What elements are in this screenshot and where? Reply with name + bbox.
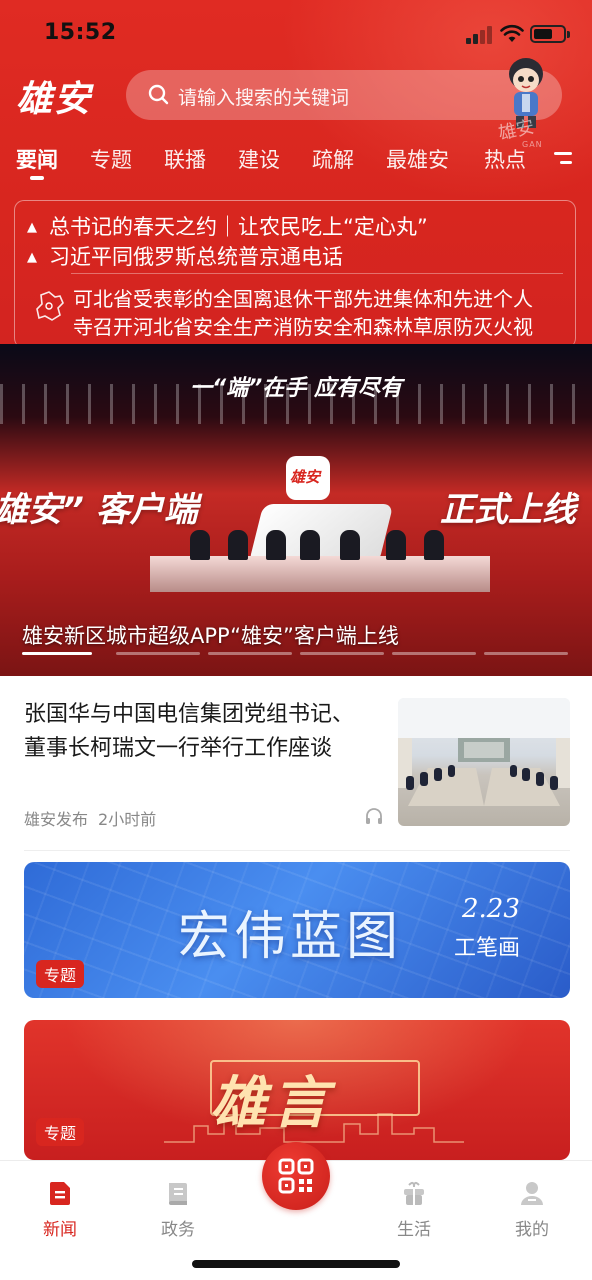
news-list-item[interactable]: 张国华与中国电信集团党组书记、董事长柯瑞文一行举行工作座谈 雄安发布 2小时前	[0, 676, 592, 852]
life-icon	[404, 1181, 424, 1205]
tab-yaowen[interactable]: 要闻	[16, 144, 58, 174]
carousel-dot[interactable]	[208, 652, 292, 655]
news-icon	[50, 1182, 70, 1205]
people-on-stage	[190, 530, 450, 560]
battery-icon	[530, 25, 570, 43]
headphone-icon[interactable]	[364, 806, 384, 826]
topic-date: 2.23	[462, 894, 520, 924]
header: 15:52 雄安 请输入搜索的关键词 雄安 GAN 要闻 专题 联播 建设 疏解…	[0, 0, 592, 344]
government-icon	[169, 1183, 187, 1205]
tab-redian[interactable]: 热点	[484, 144, 526, 174]
article-time: 2小时前	[98, 810, 157, 829]
nav-label: 生活	[397, 1220, 431, 1240]
home-indicator	[192, 1260, 400, 1268]
topic-tag: 专题	[36, 960, 85, 988]
carousel-dot[interactable]	[22, 652, 92, 655]
pinned-headline[interactable]: ▲ 总书记的春天之约｜让农民吃上“定心丸”	[27, 211, 428, 241]
nav-profile[interactable]: 我的	[492, 1179, 572, 1240]
provincial-news-item[interactable]: 可北省受表彰的全国离退休干部先进集体和先进个人	[73, 283, 573, 312]
pin-icon: ▲	[27, 250, 37, 265]
hero-big-text-right: 正式上线	[440, 490, 576, 530]
channel-menu-icon[interactable]	[554, 152, 572, 166]
hero-banner[interactable]: 一“端”在手 应有尽有 雄安” 客户端 正式上线 雄安 雄安新区城市超级APP“…	[0, 344, 592, 676]
carousel-dot[interactable]	[392, 652, 476, 655]
carousel-dot[interactable]	[484, 652, 568, 655]
app-icon: 雄安	[286, 456, 330, 500]
carousel-indicator	[22, 652, 570, 656]
search-icon	[148, 84, 169, 105]
search-placeholder: 请输入搜索的关键词	[178, 87, 350, 109]
app-logo: 雄安	[16, 78, 93, 120]
hero-caption: 雄安新区城市超级APP“雄安”客户端上线	[22, 624, 399, 648]
topic-tag: 专题	[36, 1118, 85, 1146]
divider	[71, 273, 563, 274]
nav-label: 我的	[515, 1220, 549, 1240]
provincial-news-item[interactable]: 寺召开河北省安全生产消防安全和森林草原防灭火视	[73, 311, 573, 340]
topic-banner-blueprint[interactable]: 宏伟蓝图 2.23 工笔画 专题	[24, 862, 570, 998]
pin-icon: ▲	[27, 220, 37, 235]
hero-slogan: 一“端”在手 应有尽有	[190, 376, 402, 401]
scan-qr-button[interactable]	[262, 1142, 330, 1210]
tab-lianbo[interactable]: 联播	[164, 144, 206, 174]
tab-zhuanti[interactable]: 专题	[90, 144, 132, 174]
divider	[24, 850, 570, 851]
carousel-dot[interactable]	[116, 652, 200, 655]
nav-news[interactable]: 新闻	[20, 1179, 100, 1240]
nav-government[interactable]: 政务	[138, 1179, 218, 1240]
tab-active-indicator	[30, 176, 44, 180]
wifi-icon	[500, 24, 524, 42]
tab-zuixiongan[interactable]: 最雄安	[386, 144, 449, 174]
topic-banner-xiongyan[interactable]: 雄言 专题	[24, 1020, 570, 1160]
pinned-headline[interactable]: ▲ 习近平同俄罗斯总统普京通电话	[27, 241, 343, 271]
topic-title: 宏伟蓝图	[178, 907, 403, 967]
profile-icon	[521, 1182, 543, 1205]
nav-label: 新闻	[43, 1220, 77, 1240]
nav-life[interactable]: 生活	[374, 1179, 454, 1240]
article-title: 张国华与中国电信集团党组书记、董事长柯瑞文一行举行工作座谈	[24, 702, 355, 761]
hebei-map-icon	[36, 291, 64, 321]
tab-shujie[interactable]: 疏解	[312, 144, 354, 174]
hero-big-text-left: 雄安” 客户端	[0, 490, 198, 530]
tab-jianshe[interactable]: 建设	[238, 144, 280, 174]
qr-code-icon	[278, 1158, 314, 1194]
topic-subtitle: 工笔画	[454, 936, 521, 961]
article-source: 雄安发布	[24, 810, 89, 829]
top-news-card: ▲ 总书记的春天之约｜让农民吃上“定心丸” ▲ 习近平同俄罗斯总统普京通电话 可北省…	[14, 200, 576, 344]
cellular-signal-icon	[466, 26, 494, 44]
carousel-dot[interactable]	[300, 652, 384, 655]
status-time: 15:52	[44, 20, 117, 45]
topic-title: 雄言	[210, 1070, 334, 1136]
nav-label: 政务	[161, 1220, 195, 1240]
article-meta: 雄安发布 2小时前	[24, 806, 156, 830]
channel-tabs: 要闻 专题 联播 建设 疏解 最雄安 热点	[0, 140, 592, 184]
launch-stage	[150, 556, 490, 592]
article-thumbnail	[398, 698, 570, 826]
